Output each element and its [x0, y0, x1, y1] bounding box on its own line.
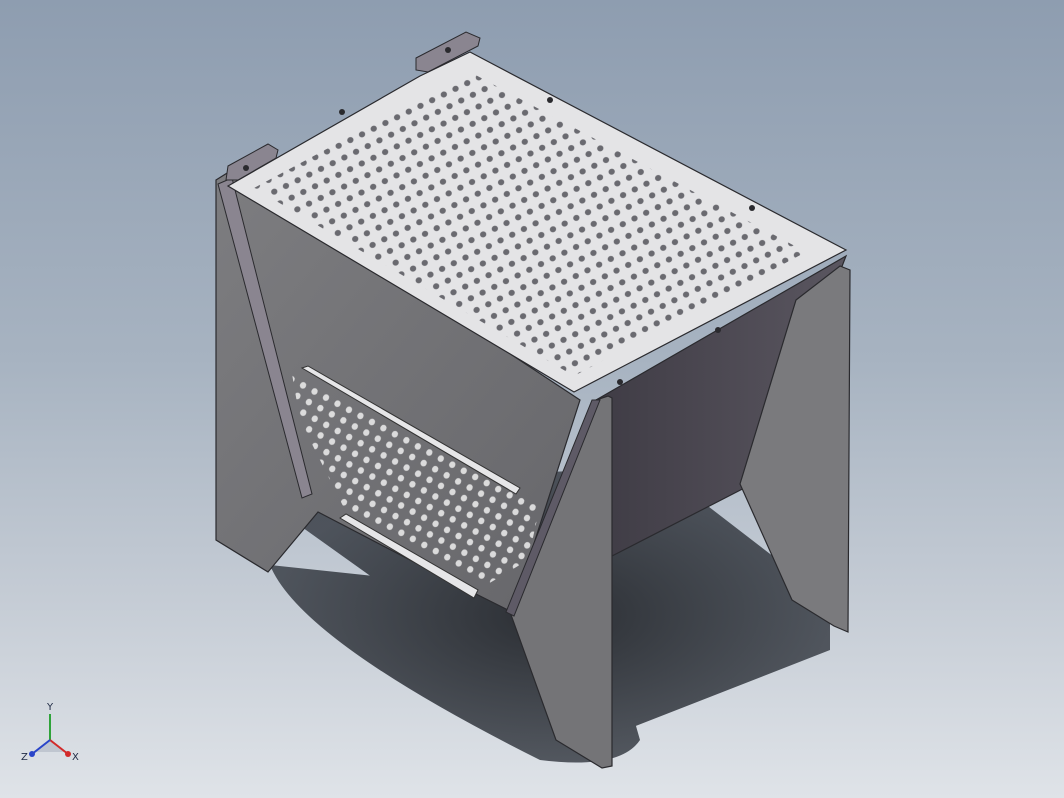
model-scene[interactable] [0, 0, 1064, 798]
mount-hole [243, 165, 249, 171]
y-axis-label: Y [46, 702, 54, 713]
axis-triad[interactable]: Y X Z [18, 700, 88, 772]
x-axis-label: X [72, 752, 79, 763]
z-axis-tip [29, 751, 35, 757]
mount-hole [445, 47, 451, 53]
graphics-viewport[interactable]: Y X Z [0, 0, 1064, 798]
mount-hole [547, 97, 553, 103]
triad-base [36, 740, 64, 752]
x-axis-tip [65, 751, 71, 757]
mount-hole [749, 205, 755, 211]
z-axis-label: Z [21, 752, 28, 763]
mount-hole [715, 327, 721, 333]
mount-hole [339, 109, 345, 115]
mount-hole [617, 379, 623, 385]
